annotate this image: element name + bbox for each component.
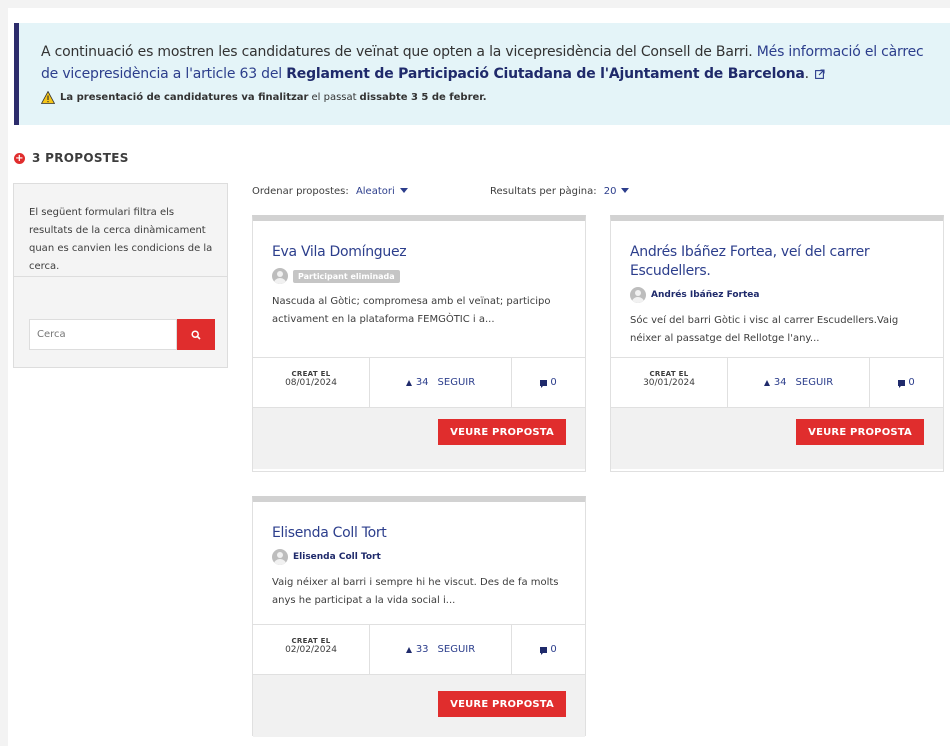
follow-control: 34 SEGUIR — [370, 358, 512, 407]
votes-count: 33 — [415, 644, 429, 655]
info-callout: A continuació es mostren les candidature… — [14, 23, 950, 125]
card-title[interactable]: Eva Vila Domínguez — [272, 243, 566, 262]
comments-count[interactable]: 0 — [512, 625, 585, 674]
per-page-value[interactable]: 20 — [604, 186, 617, 197]
supporters-icon — [405, 379, 412, 386]
warning-icon — [41, 91, 55, 104]
card-description: Sóc veí del barri Gòtic i visc al carrer… — [630, 315, 899, 344]
card-description: Nascuda al Gòtic; compromesa amb el veïn… — [272, 296, 551, 325]
order-value[interactable]: Aleatori — [356, 186, 395, 197]
follow-button[interactable]: SEGUIR — [796, 377, 834, 388]
follow-control: 34 SEGUIR — [728, 358, 870, 407]
author-badge: Participant eliminada — [293, 269, 400, 283]
filter-description: El següent formulari filtra els resultat… — [14, 184, 227, 277]
warning-date: dissabte 3 5 de febrer. — [359, 92, 487, 103]
search-icon — [191, 329, 201, 340]
comments-value: 0 — [908, 377, 915, 388]
votes-count: 34 — [773, 377, 787, 388]
proposal-card: Elisenda Coll Tort Elisenda Coll Tort Va… — [252, 496, 586, 737]
comments-value: 0 — [550, 644, 557, 655]
search-form — [29, 319, 215, 350]
view-proposal-button[interactable]: VEURE PROPOSTA — [438, 691, 566, 717]
comment-icon — [540, 379, 548, 388]
search-input[interactable] — [29, 319, 177, 350]
view-proposal-button[interactable]: VEURE PROPOSTA — [796, 419, 924, 445]
proposal-card: Andrés Ibáñez Fortea, veí del carrer Esc… — [610, 215, 944, 472]
created-value: 02/02/2024 — [285, 645, 337, 655]
card-stats: CREAT EL 08/01/2024 34 SEGUIR 0 — [253, 357, 585, 408]
comment-icon — [540, 646, 548, 655]
comments-value: 0 — [550, 377, 557, 388]
card-body: Elisenda Coll Tort Elisenda Coll Tort Va… — [253, 502, 585, 624]
card-description: Vaig néixer al barri i sempre hi he visc… — [272, 577, 559, 606]
deadline-warning: La presentació de candidatures va finali… — [41, 91, 934, 104]
created-label: CREAT EL — [291, 637, 331, 645]
follow-button[interactable]: SEGUIR — [438, 644, 476, 655]
card-title[interactable]: Elisenda Coll Tort — [272, 524, 566, 543]
order-control[interactable]: Ordenar propostes: Aleatori — [252, 186, 408, 197]
order-label: Ordenar propostes: — [252, 186, 349, 197]
per-page-control[interactable]: Resultats per pàgina: 20 — [490, 186, 630, 197]
external-link-icon — [814, 69, 825, 79]
card-author[interactable]: Andrés Ibáñez Fortea — [630, 287, 924, 303]
per-page-label: Resultats per pàgina: — [490, 186, 597, 197]
chevron-down-icon — [621, 188, 630, 193]
callout-period: . — [804, 66, 809, 82]
avatar — [272, 549, 288, 565]
card-title[interactable]: Andrés Ibáñez Fortea, veí del carrer Esc… — [630, 243, 924, 281]
created-date: CREAT EL 02/02/2024 — [253, 625, 370, 674]
created-value: 08/01/2024 — [285, 378, 337, 388]
avatar — [272, 268, 288, 284]
card-author: Participant eliminada — [272, 268, 566, 284]
filter-panel: El següent formulari filtra els resultat… — [13, 183, 228, 368]
created-date: CREAT EL 30/01/2024 — [611, 358, 728, 407]
card-body: Eva Vila Domínguez Participant eliminada… — [253, 221, 585, 357]
author-name[interactable]: Elisenda Coll Tort — [293, 552, 381, 562]
follow-control: 33 SEGUIR — [370, 625, 512, 674]
supporters-icon — [405, 646, 412, 653]
chevron-down-icon — [399, 188, 408, 193]
supporters-icon — [763, 379, 770, 386]
callout-text: A continuació es mostren les candidature… — [41, 41, 934, 85]
comments-count[interactable]: 0 — [512, 358, 585, 407]
page: A continuació es mostren les candidature… — [8, 8, 950, 746]
card-stats: CREAT EL 02/02/2024 33 SEGUIR 0 — [253, 624, 585, 675]
warning-mid: el passat — [311, 92, 357, 103]
card-footer: VEURE PROPOSTA — [253, 675, 585, 737]
search-button[interactable] — [177, 319, 215, 350]
author-name[interactable]: Andrés Ibáñez Fortea — [651, 290, 759, 300]
created-date: CREAT EL 08/01/2024 — [253, 358, 370, 407]
votes-count: 34 — [415, 377, 429, 388]
card-author[interactable]: Elisenda Coll Tort — [272, 549, 566, 565]
plus-circle-icon: + — [14, 152, 25, 164]
card-footer: VEURE PROPOSTA — [611, 408, 943, 469]
regulation-link[interactable]: Reglament de Participació Ciutadana de l… — [286, 66, 805, 82]
created-value: 30/01/2024 — [643, 378, 695, 388]
results-count-label: 3 PROPOSTES — [32, 151, 129, 165]
callout-intro: A continuació es mostren les candidature… — [41, 44, 753, 60]
card-footer: VEURE PROPOSTA — [253, 408, 585, 469]
card-body: Andrés Ibáñez Fortea, veí del carrer Esc… — [611, 221, 943, 357]
created-label: CREAT EL — [291, 370, 331, 378]
follow-button[interactable]: SEGUIR — [438, 377, 476, 388]
card-stats: CREAT EL 30/01/2024 34 SEGUIR 0 — [611, 357, 943, 408]
view-proposal-button[interactable]: VEURE PROPOSTA — [438, 419, 566, 445]
comments-count[interactable]: 0 — [870, 358, 943, 407]
avatar — [630, 287, 646, 303]
warning-strong: La presentació de candidatures va finali… — [60, 92, 309, 103]
comment-icon — [898, 379, 906, 388]
created-label: CREAT EL — [649, 370, 689, 378]
results-count: + 3 PROPOSTES — [14, 151, 129, 165]
proposal-card: Eva Vila Domínguez Participant eliminada… — [252, 215, 586, 472]
